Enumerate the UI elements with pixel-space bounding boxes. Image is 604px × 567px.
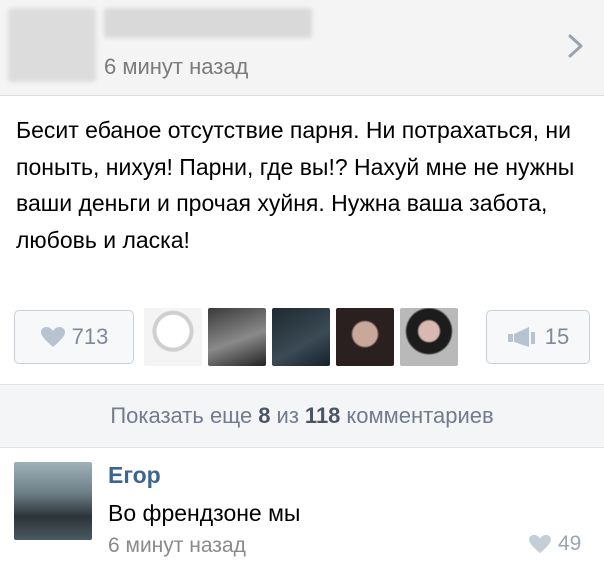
show-more-total: 118 <box>304 403 341 428</box>
liker-avatar[interactable] <box>272 308 330 366</box>
author-avatar-blurred[interactable] <box>8 8 96 82</box>
repost-button[interactable]: 15 <box>486 310 590 364</box>
comment-time: 6 минут назад <box>108 534 246 557</box>
like-count: 713 <box>71 324 109 349</box>
author-name-blurred[interactable] <box>104 8 312 38</box>
post-header[interactable]: 6 минут назад <box>0 0 604 96</box>
liker-avatar[interactable] <box>400 308 458 366</box>
comment-item: Егор Во френдзоне мы 6 минут назад 49 <box>0 448 604 567</box>
liker-avatar[interactable] <box>208 308 266 366</box>
comment-avatar[interactable] <box>14 462 92 540</box>
show-more-comments[interactable]: Показать еще 8 из 118 комментариев <box>0 384 604 448</box>
comment-author[interactable]: Егор <box>108 462 161 489</box>
heart-icon <box>40 327 65 347</box>
liker-avatar[interactable] <box>336 308 394 366</box>
show-more-prefix: Показать еще <box>110 403 253 428</box>
repost-count: 15 <box>544 324 570 349</box>
comment-like-count: 49 <box>558 532 582 555</box>
comment-text: Во френдзоне мы <box>108 500 301 526</box>
like-button[interactable]: 713 <box>14 310 134 364</box>
likers-avatars <box>144 308 458 366</box>
show-more-shown: 8 <box>258 403 271 428</box>
comment-like-button[interactable]: 49 <box>528 532 581 556</box>
post-text: Бесит ебаное отсутствие парня. Ни потрах… <box>16 117 575 253</box>
show-more-middle: из <box>276 403 299 428</box>
megaphone-icon <box>507 327 535 347</box>
post-time: 6 минут назад <box>104 54 249 79</box>
heart-icon <box>529 534 551 554</box>
chevron-right-icon[interactable] <box>566 32 586 60</box>
post-actions: 713 15 <box>0 300 604 384</box>
liker-avatar[interactable] <box>144 308 202 366</box>
show-more-suffix: комментариев <box>346 403 494 428</box>
